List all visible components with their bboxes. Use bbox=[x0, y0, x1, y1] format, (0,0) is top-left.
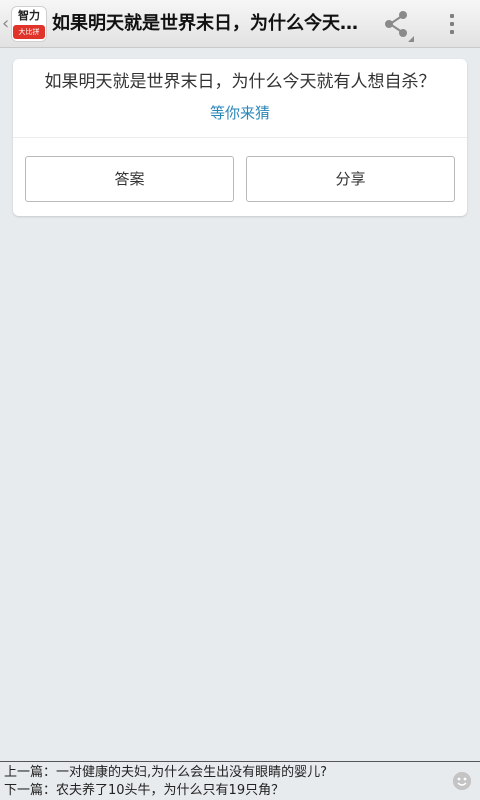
share-icon[interactable] bbox=[372, 0, 420, 48]
logo-text-bottom: 大比拼 bbox=[13, 25, 45, 39]
overflow-menu-icon[interactable] bbox=[430, 0, 474, 48]
emoji-icon[interactable] bbox=[453, 772, 471, 790]
share-button[interactable]: 分享 bbox=[246, 156, 455, 202]
back-chevron-icon[interactable]: ‹ bbox=[2, 14, 12, 34]
answer-button[interactable]: 答案 bbox=[25, 156, 234, 202]
question-card: 如果明天就是世界末日，为什么今天就有人想自杀？ 等你来猜 答案 分享 bbox=[13, 59, 467, 216]
page-title: 如果明天就是世界末日，为什么今天就有人想自杀？ bbox=[52, 13, 362, 34]
logo-text-top: 智力 bbox=[18, 9, 40, 22]
card-divider bbox=[13, 137, 467, 138]
app-logo[interactable]: 智力 大比拼 bbox=[12, 7, 46, 41]
question-text: 如果明天就是世界末日，为什么今天就有人想自杀？ bbox=[44, 72, 436, 92]
article-nav: 上一篇：一对健康的夫妇,为什么会生出没有眼睛的婴儿? 下一篇：农夫养了10头牛，… bbox=[0, 761, 480, 800]
hint-link[interactable]: 等你来猜 bbox=[13, 101, 467, 125]
prev-article-link[interactable]: 上一篇：一对健康的夫妇,为什么会生出没有眼睛的婴儿? bbox=[4, 764, 434, 782]
next-article-link[interactable]: 下一篇：农夫养了10头牛，为什么只有19只角？ bbox=[4, 782, 434, 800]
action-bar: ‹ 智力 大比拼 如果明天就是世界末日，为什么今天就有人想自杀？ bbox=[0, 0, 480, 48]
